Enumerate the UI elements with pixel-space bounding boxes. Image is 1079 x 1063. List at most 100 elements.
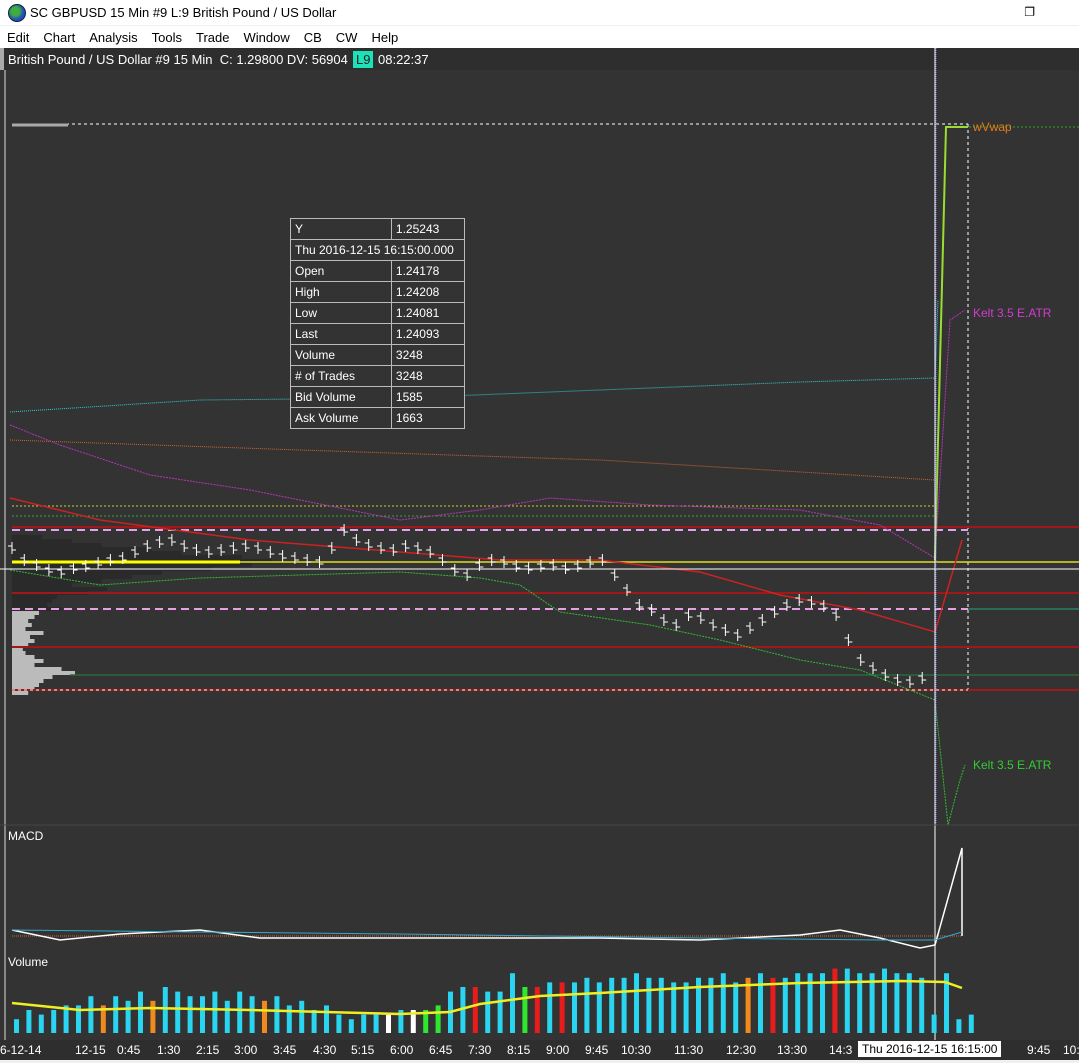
time-tick: 1:30 (157, 1043, 181, 1057)
volume-bar (336, 1014, 342, 1033)
volume-bar (162, 987, 168, 1033)
profile-bar (12, 655, 35, 659)
cyan-band-line (9, 299, 939, 413)
profile-bar (12, 603, 47, 607)
volume-bar (200, 996, 205, 1033)
volume-bar (113, 996, 119, 1033)
volume-bar (584, 977, 590, 1033)
volume-bar (733, 982, 739, 1033)
time-tick: 6:00 (390, 1043, 414, 1057)
volume-bar (311, 1010, 317, 1033)
macd-line (11, 847, 963, 949)
volume-bar (882, 968, 887, 1033)
volume-bar (485, 991, 491, 1033)
volume-bar (634, 973, 639, 1033)
volume-bar (720, 973, 726, 1033)
volume-bar (88, 996, 94, 1033)
time-tick: 9:45 (585, 1043, 609, 1057)
volume-bar (522, 987, 528, 1033)
dw-value: 3248 (390, 365, 466, 387)
dw-label: Bid Volume (290, 386, 392, 408)
volume-bar (497, 991, 503, 1033)
wvwap-line (934, 126, 968, 561)
volume-bar (274, 996, 280, 1033)
time-tick: 6-12-14 (0, 1043, 42, 1057)
time-tick: 12-15 (75, 1043, 106, 1057)
kelt-lower-label: Kelt 3.5 E.ATR (973, 758, 1052, 772)
volume-bar (187, 996, 193, 1033)
dw-label: Y (290, 218, 392, 240)
dw-value: 1.24208 (390, 281, 466, 303)
volume-bar (472, 987, 478, 1033)
profile-bar (12, 627, 26, 631)
dw-value: 1.24081 (390, 302, 466, 324)
dw-label: Open (290, 260, 392, 282)
dw-label: # of Trades (290, 365, 392, 387)
time-axis[interactable]: 6-12-14 12-15 0:45 1:30 2:15 3:00 3:45 4… (0, 1040, 1079, 1060)
profile-bar (12, 599, 52, 603)
volume-bar (373, 1014, 379, 1033)
time-tick: 5:15 (351, 1043, 375, 1057)
profile-bar (12, 563, 252, 567)
time-tick: 4:30 (313, 1043, 337, 1057)
volume-bar (510, 973, 515, 1033)
dw-label: Low (290, 302, 392, 324)
volume-bar (758, 973, 763, 1033)
dw-label: Volume (290, 344, 392, 366)
data-window: Y 1.25243 Thu 2016-12-15 16:15:00.000 Ope… (290, 218, 466, 429)
profile-bar (12, 667, 62, 671)
volume-bar (931, 1014, 937, 1033)
time-tick: 9:45 (1027, 1043, 1051, 1057)
dw-datetime: Thu 2016-12-15 16:15:00.000 (290, 239, 465, 261)
profile-bar (12, 671, 75, 675)
profile-bar (12, 691, 29, 695)
time-tick: 9:00 (546, 1043, 570, 1057)
dw-value: 1.24093 (390, 323, 466, 345)
profile-bar (12, 555, 242, 559)
time-tick: 11:30 (674, 1043, 704, 1057)
time-tick: 3:45 (273, 1043, 297, 1057)
volume-bar (237, 991, 243, 1033)
dw-value: 1.25243 (390, 218, 466, 240)
volume-bar (658, 977, 664, 1033)
dw-value: 1.24178 (390, 260, 466, 282)
volume-bar (175, 991, 181, 1033)
kelt-upper-line (9, 309, 966, 559)
profile-bar (12, 551, 182, 555)
profile-bar (12, 635, 30, 639)
volume-bar (435, 1005, 441, 1033)
volume-bar (782, 977, 788, 1033)
volume-bar (844, 968, 850, 1033)
profile-bar (12, 583, 72, 587)
profile-bar (12, 587, 107, 591)
volume-bar (547, 982, 553, 1033)
time-tick: 12:30 (726, 1043, 757, 1057)
volume-bar (249, 996, 255, 1033)
time-tick: 14:3 (829, 1043, 853, 1057)
macd-label: MACD (8, 829, 44, 843)
volume-bar (26, 1010, 32, 1033)
volume-bar (286, 1005, 292, 1033)
profile-bar (12, 683, 39, 687)
profile-bar (12, 539, 72, 543)
time-tick: 10:30 (621, 1043, 652, 1057)
volume-bar (646, 977, 652, 1033)
volume-bar (572, 982, 577, 1033)
volume-bar (14, 1019, 19, 1033)
profile-bar (12, 631, 44, 635)
profile-bar (12, 611, 39, 615)
time-tick: 3:00 (234, 1043, 258, 1057)
profile-bar (12, 579, 102, 583)
volume-profile (12, 535, 272, 695)
cursor-time-label: Thu 2016-12-15 16:15:00 (858, 1041, 1002, 1057)
profile-bar (12, 615, 35, 619)
profile-bar (12, 675, 53, 679)
profile-bar (12, 659, 44, 663)
dw-value: 1663 (390, 407, 466, 429)
orange-band-line (9, 439, 936, 481)
profile-bar (12, 623, 32, 627)
time-tick: 0:45 (117, 1043, 141, 1057)
profile-bar (12, 619, 29, 623)
volume-bar (919, 977, 925, 1033)
kelt-upper-label: Kelt 3.5 E.ATR (973, 306, 1052, 320)
